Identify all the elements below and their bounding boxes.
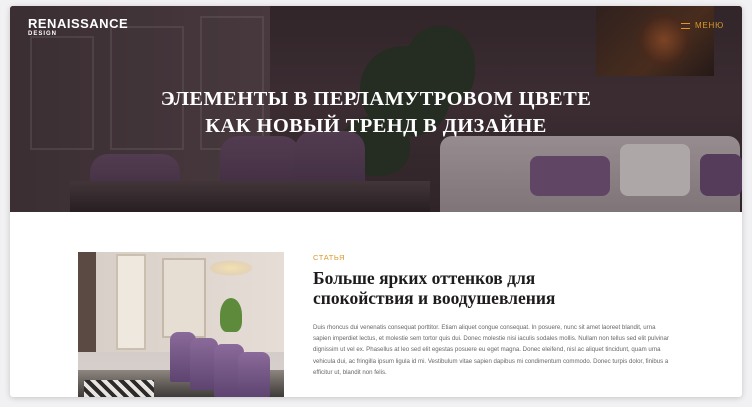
logo-main-text: RENAISSANCE — [28, 16, 129, 31]
article-title-line: Больше ярких оттенков для — [313, 268, 536, 288]
hero-banner: RENAISSANCE DESIGN МЕНЮ ЭЛЕМЕНТЫ В ПЕРЛА… — [10, 6, 742, 212]
site-logo[interactable]: RENAISSANCE DESIGN — [28, 17, 128, 37]
hero-title-line: ЭЛЕМЕНТЫ В ПЕРЛАМУТРОВОМ ЦВЕТЕ — [160, 88, 592, 110]
image-cabinet — [116, 254, 146, 350]
image-door — [162, 258, 206, 338]
article-image[interactable] — [78, 252, 284, 397]
hamburger-icon — [680, 22, 690, 29]
menu-button[interactable]: МЕНЮ — [680, 21, 724, 30]
image-rug — [84, 380, 154, 397]
article-title-line: спокойствия и воодушевления — [313, 288, 556, 308]
hero-title-line: КАК НОВЫЙ ТРЕНД В ДИЗАЙНЕ — [205, 115, 547, 137]
image-chandelier — [208, 260, 254, 276]
article-title[interactable]: Больше ярких оттенков для спокойствия и … — [313, 268, 693, 308]
article-excerpt: Duis rhoncus dui venenatis consequat por… — [313, 324, 669, 376]
logo-sub-text: DESIGN — [28, 31, 58, 37]
image-chair — [238, 352, 270, 397]
image-plant — [220, 298, 242, 332]
page-frame: RENAISSANCE DESIGN МЕНЮ ЭЛЕМЕНТЫ В ПЕРЛА… — [10, 6, 742, 397]
menu-label: МЕНЮ — [694, 21, 724, 30]
article-category[interactable]: СТАТЬЯ — [313, 253, 345, 262]
hero-title: ЭЛЕМЕНТЫ В ПЕРЛАМУТРОВОМ ЦВЕТЕ КАК НОВЫЙ… — [10, 86, 742, 140]
